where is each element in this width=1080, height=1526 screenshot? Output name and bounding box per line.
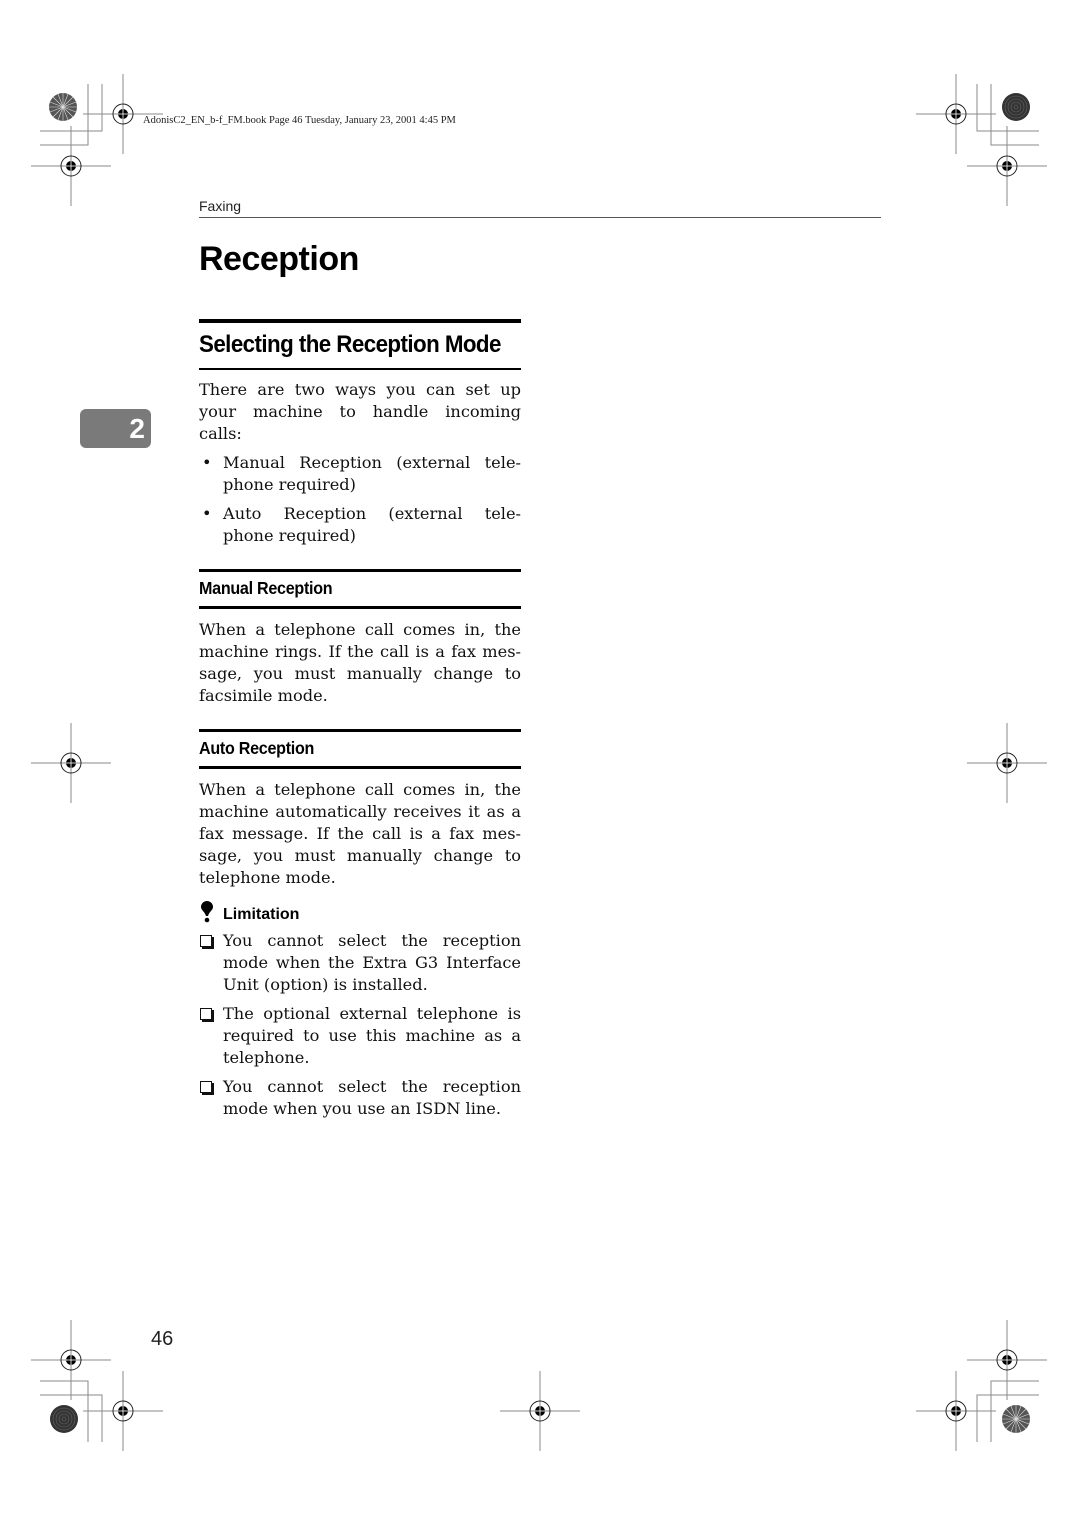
section-intro: There are two ways you can set up your m…	[199, 379, 521, 445]
registration-mark-icon	[30, 722, 112, 804]
limitation-label: Limitation	[223, 906, 300, 923]
registration-mark-icon	[966, 1319, 1048, 1401]
subsection-rule-bottom	[199, 766, 521, 769]
registration-mark-icon	[82, 73, 164, 155]
registration-mark-icon	[915, 73, 997, 155]
list-item: You cannot select the reception mode whe…	[199, 930, 521, 996]
registration-mark-icon	[915, 1370, 997, 1452]
text-line: sage, you must manually change to	[199, 664, 521, 683]
text-line: mode when you use an ISDN line.	[223, 1099, 502, 1118]
manual-reception-body: When a telephone call comes in, the mach…	[199, 619, 521, 707]
registration-mark-icon	[30, 125, 112, 207]
text-line: required to use this machine as a	[223, 1026, 521, 1045]
section-rule-bottom	[199, 368, 521, 370]
header-divider	[199, 217, 881, 218]
text-line: Manual Reception (external tele-	[223, 453, 521, 472]
list-item: The optional external telephone is requi…	[199, 1003, 521, 1069]
text-line: fax message. If the call is a fax mes-	[199, 824, 521, 843]
text-line: your machine to handle incoming	[199, 402, 521, 421]
text-line: machine automatically receives it as a	[199, 802, 521, 821]
subsection-rule-top	[199, 569, 521, 572]
checkbox-icon	[200, 1008, 212, 1020]
registration-mark-icon	[82, 1370, 164, 1452]
text-line: mode when the Extra G3 Interface	[223, 953, 521, 972]
reception-mode-list: • Manual Reception (external tele- phone…	[199, 452, 521, 554]
text-line: The optional external telephone is	[223, 1004, 521, 1023]
bullet-icon: •	[202, 504, 212, 523]
registration-mark-icon	[966, 125, 1048, 207]
running-head: Faxing	[199, 198, 242, 214]
subsection-rule-bottom	[199, 606, 521, 609]
text-line: When a telephone call comes in, the	[199, 780, 521, 799]
registration-marks	[30, 73, 1048, 1452]
text-line: phone required)	[223, 475, 356, 494]
list-item: You cannot select the reception mode whe…	[199, 1076, 521, 1120]
text-line: telephone mode.	[199, 868, 336, 887]
registration-mark-icon	[499, 1370, 581, 1452]
auto-reception-body: When a telephone call comes in, the mach…	[199, 779, 521, 889]
checkbox-icon	[200, 1081, 212, 1093]
text-line: When a telephone call comes in, the	[199, 620, 521, 639]
bullet-icon: •	[202, 453, 212, 472]
limitation-list: You cannot select the reception mode whe…	[199, 930, 521, 1127]
subsection-rule-top	[199, 729, 521, 732]
print-header-meta: AdonisC2_EN_b-f_FM.book Page 46 Tuesday,…	[143, 115, 456, 126]
text-line: facsimile mode.	[199, 686, 328, 705]
text-line: Unit (option) is installed.	[223, 975, 428, 994]
chapter-tab: 2	[80, 409, 151, 448]
list-item: • Manual Reception (external tele- phone…	[199, 452, 521, 496]
text-line: Auto Reception (external tele-	[223, 504, 521, 523]
exclamation-icon	[201, 901, 213, 923]
list-item: • Auto Reception (external tele- phone r…	[199, 503, 521, 547]
text-line: machine rings. If the call is a fax mes-	[199, 642, 521, 661]
section-rule-top	[199, 319, 521, 323]
subsection-heading-auto-reception: Auto Reception	[199, 738, 315, 758]
page-title: Reception	[199, 240, 359, 278]
registration-mark-icon	[30, 1319, 112, 1401]
text-line: sage, you must manually change to	[199, 846, 521, 865]
text-line: telephone.	[223, 1048, 310, 1067]
text-line: phone required)	[223, 526, 356, 545]
registration-mark-icon	[966, 722, 1048, 804]
text-line: calls:	[199, 424, 242, 443]
text-line: You cannot select the reception	[223, 1077, 521, 1096]
page-number: 46	[151, 1328, 174, 1350]
text-line: You cannot select the reception	[223, 931, 521, 950]
text-line: There are two ways you can set up	[199, 380, 521, 399]
subsection-heading-manual-reception: Manual Reception	[199, 578, 333, 598]
section-heading: Selecting the Reception Mode	[199, 331, 501, 358]
checkbox-icon	[200, 935, 212, 947]
